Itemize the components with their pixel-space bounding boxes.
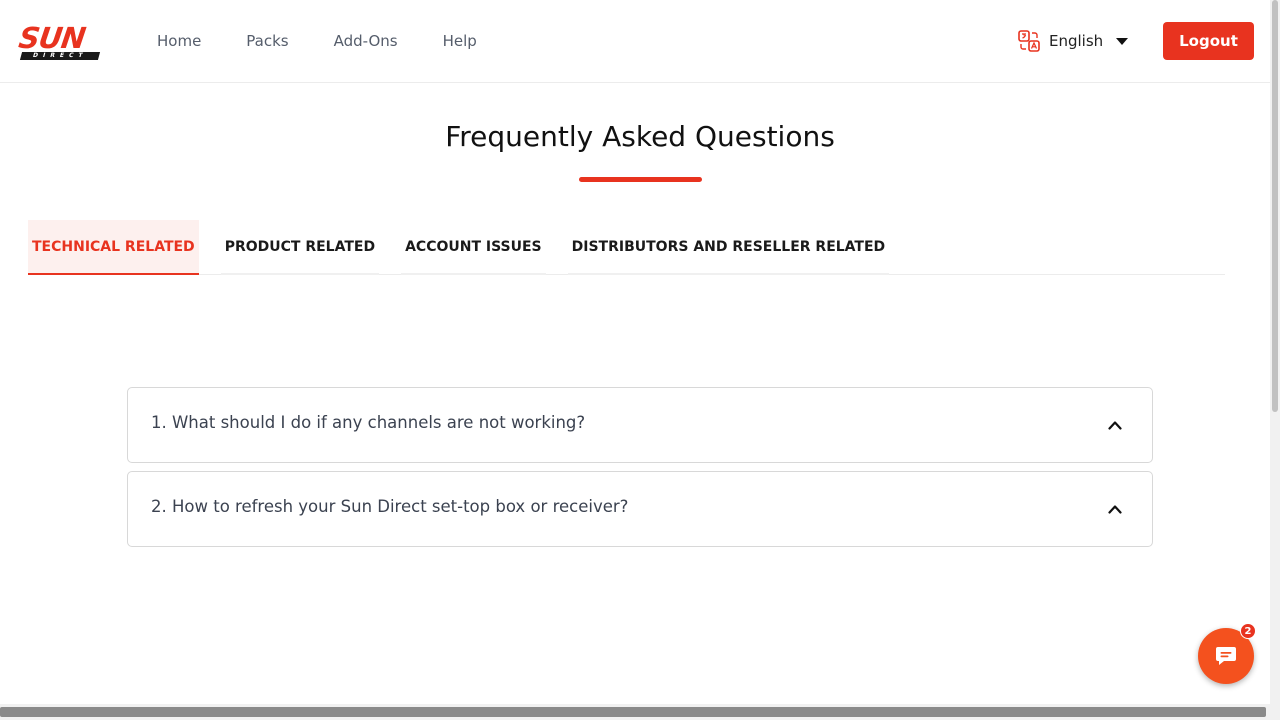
nav-packs[interactable]: Packs (246, 31, 288, 51)
sun-direct-logo[interactable]: SUN DIRECT (16, 21, 109, 62)
tab-account-issues[interactable]: ACCOUNT ISSUES (401, 220, 546, 275)
page-title: Frequently Asked Questions (445, 120, 835, 153)
top-header: SUN DIRECT Home Packs Add-Ons Help Engli… (0, 0, 1270, 83)
page: SUN DIRECT Home Packs Add-Ons Help Engli… (0, 0, 1280, 720)
chat-button[interactable]: 2 (1198, 623, 1256, 684)
caret-down-icon (1116, 37, 1129, 45)
chat-notification-badge: 2 (1240, 623, 1256, 639)
tab-distributors-reseller[interactable]: DISTRIBUTORS AND RESELLER RELATED (567, 220, 890, 275)
chat-icon (1216, 647, 1236, 665)
faq-tabs: TECHNICAL RELATED PRODUCT RELATED ACCOUN… (28, 220, 1225, 275)
faq-item-1[interactable]: 1. What should I do if any channels are … (127, 387, 1153, 463)
main-nav: Home Packs Add-Ons Help (157, 31, 522, 51)
horizontal-scrollbar-thumb[interactable] (0, 707, 1266, 717)
nav-add-ons[interactable]: Add-Ons (334, 31, 398, 51)
horizontal-scrollbar[interactable] (0, 704, 1280, 720)
logout-button[interactable]: Logout (1163, 22, 1254, 60)
vertical-scrollbar[interactable] (1270, 0, 1280, 720)
logo-main-text: SUN (16, 21, 88, 55)
nav-home[interactable]: Home (157, 31, 201, 51)
faq-list: 1. What should I do if any channels are … (127, 387, 1153, 555)
title-underline (579, 177, 702, 182)
tab-technical-related[interactable]: TECHNICAL RELATED (28, 220, 199, 275)
nav-help[interactable]: Help (443, 31, 477, 51)
translate-icon (1018, 30, 1040, 52)
language-label: English (1049, 32, 1104, 50)
chevron-up-icon (1108, 421, 1122, 430)
logo-sub-text: DIRECT (19, 52, 101, 60)
tab-product-related[interactable]: PRODUCT RELATED (220, 220, 380, 275)
faq-question: 1. What should I do if any channels are … (151, 413, 586, 432)
chevron-up-icon (1108, 505, 1122, 514)
faq-item-2[interactable]: 2. How to refresh your Sun Direct set-to… (127, 471, 1153, 547)
faq-question: 2. How to refresh your Sun Direct set-to… (151, 497, 629, 516)
language-selector[interactable]: English (1018, 30, 1129, 52)
vertical-scrollbar-thumb[interactable] (1272, 0, 1278, 412)
